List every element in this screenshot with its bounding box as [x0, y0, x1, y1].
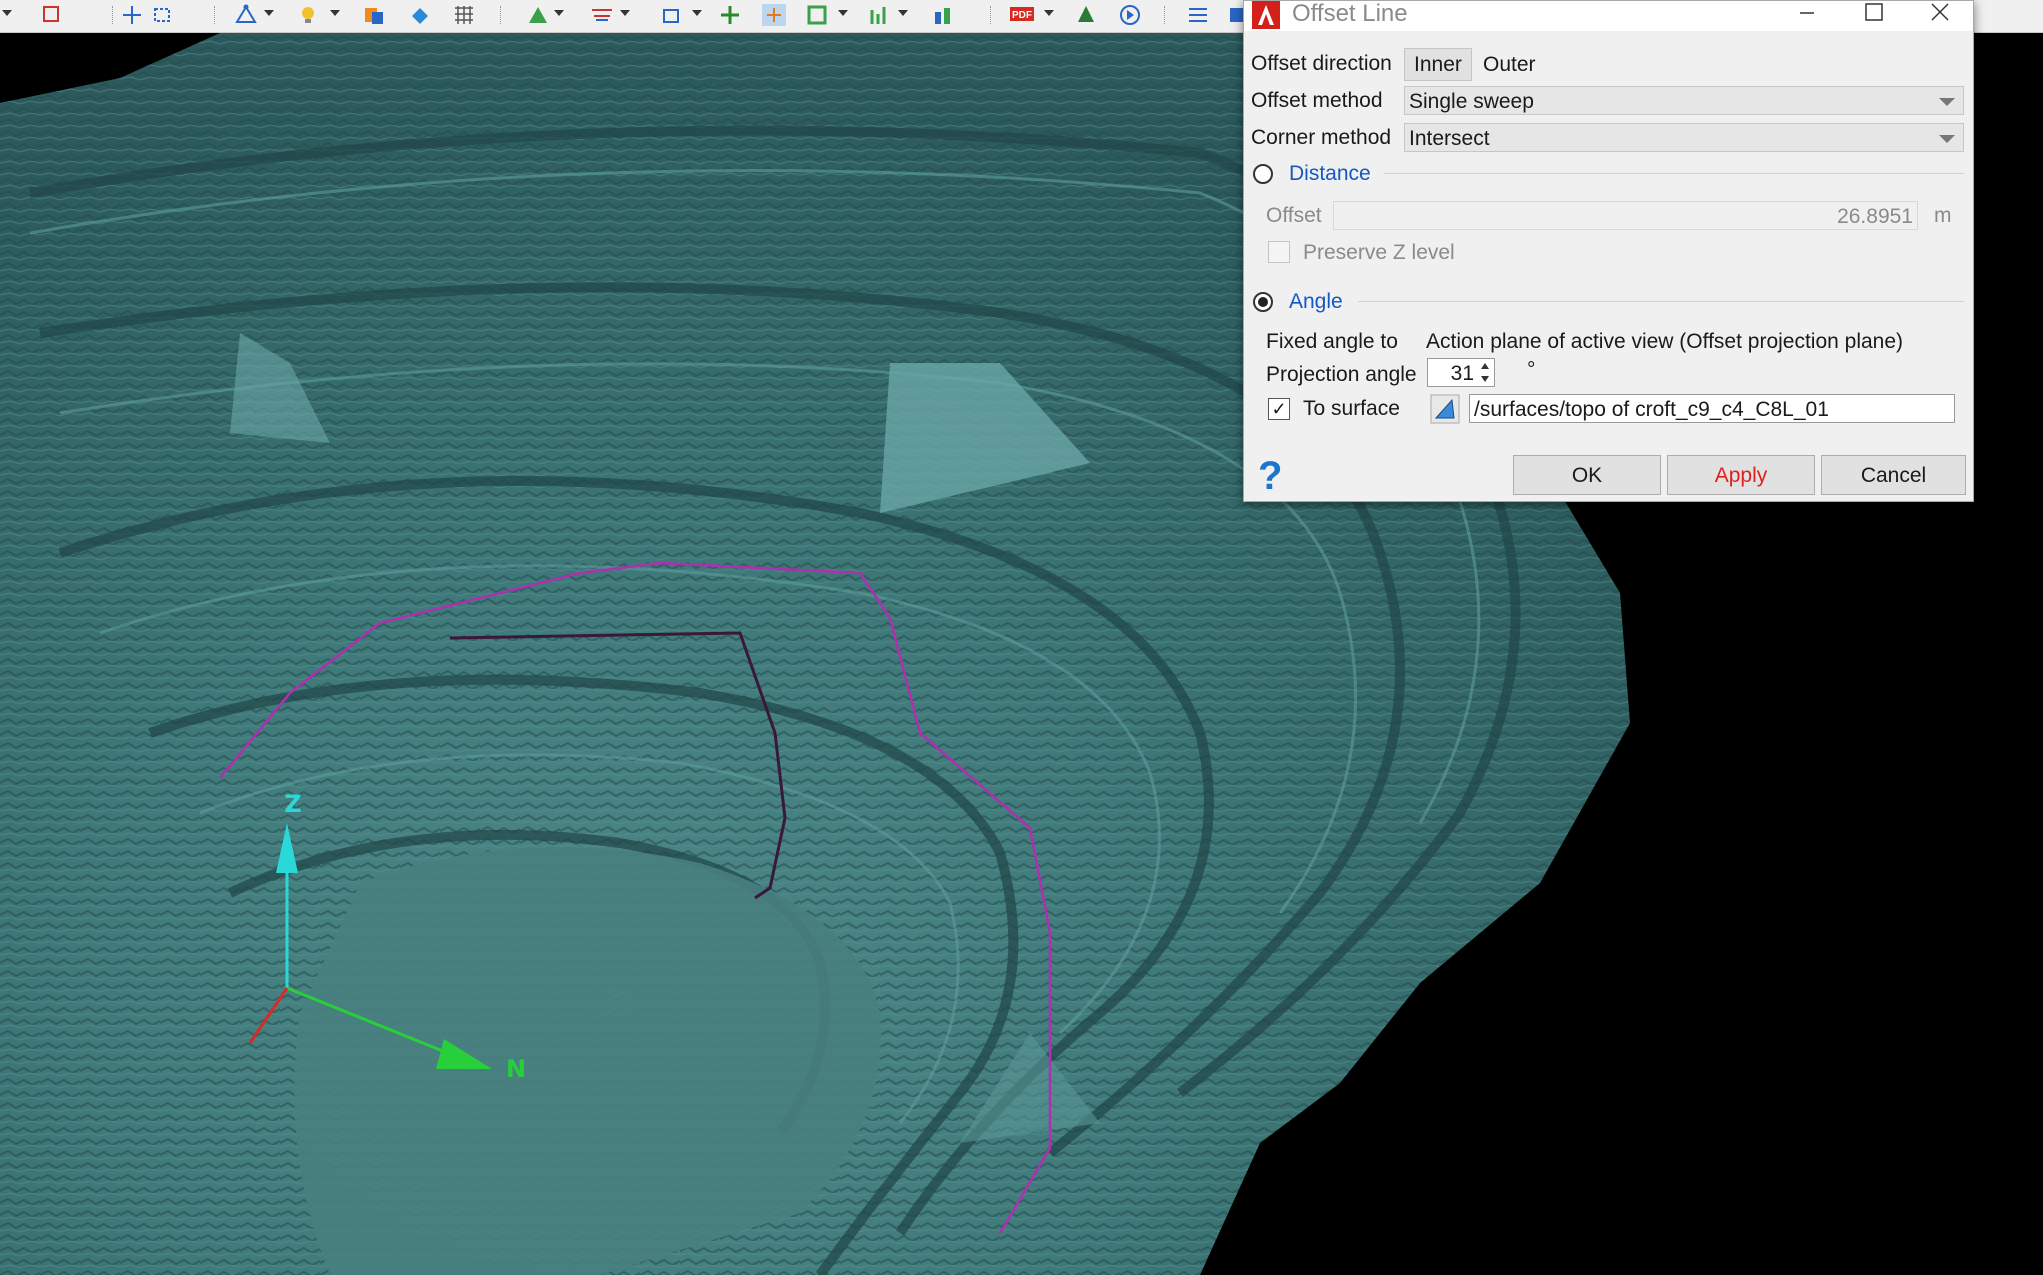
play-icon[interactable] — [1118, 4, 1142, 26]
distance-radio[interactable] — [1253, 164, 1273, 184]
chart-icon[interactable] — [868, 4, 892, 26]
offset-unit: m — [1934, 204, 1952, 227]
offset-line-dialog: Offset Line Offset direction Inner Outer… — [1243, 0, 1974, 502]
radio-selected-dot — [1258, 297, 1268, 307]
bulb-icon[interactable] — [296, 4, 320, 26]
box-select-icon[interactable] — [40, 4, 64, 26]
grid-icon[interactable] — [452, 4, 476, 26]
frame-icon[interactable] — [806, 4, 830, 26]
offset-direction-label: Offset direction — [1251, 52, 1392, 75]
box-select-icon[interactable] — [152, 4, 176, 26]
z-axis-label: Z — [284, 790, 302, 818]
check-icon: ✓ — [1271, 399, 1287, 419]
pit-floor — [294, 847, 881, 1275]
paint-icon[interactable] — [408, 4, 432, 26]
group-divider — [1358, 301, 1964, 302]
degree-symbol: ° — [1527, 358, 1536, 381]
preserve-z-label: Preserve Z level — [1303, 241, 1455, 264]
toolbar-separator — [500, 6, 503, 24]
dropdown-arrow-icon[interactable] — [554, 10, 564, 16]
maximize-icon[interactable] — [1844, 1, 1904, 27]
corner-method-value: Intersect — [1409, 127, 1490, 150]
toolbar-separator — [214, 6, 217, 24]
to-surface-label: To surface — [1303, 397, 1400, 420]
minimize-icon[interactable] — [1776, 1, 1836, 27]
offset-direction-inner-button[interactable]: Inner — [1404, 48, 1472, 81]
move-icon[interactable] — [718, 4, 742, 26]
toolbar-separator — [1164, 6, 1167, 24]
dialog-titlebar[interactable]: Offset Line — [1244, 0, 1973, 31]
dialog-title: Offset Line — [1292, 0, 1408, 27]
dropdown-arrow-icon[interactable] — [330, 10, 340, 16]
apply-button[interactable]: Apply — [1667, 455, 1815, 495]
dropdown-arrow-icon[interactable] — [692, 10, 702, 16]
cancel-button[interactable]: Cancel — [1821, 455, 1966, 495]
triangle-icon[interactable] — [526, 4, 550, 26]
chevron-down-icon — [1939, 135, 1955, 143]
toolbar-separator — [990, 6, 993, 24]
svg-text:?: ? — [1258, 455, 1282, 495]
preserve-z-checkbox[interactable] — [1268, 241, 1290, 263]
offset-method-label: Offset method — [1251, 89, 1383, 112]
toolbar-separator — [112, 6, 115, 24]
layers-icon[interactable] — [362, 4, 386, 26]
svg-text:PDF: PDF — [1012, 10, 1032, 21]
projection-angle-value: 31 — [1450, 362, 1474, 385]
projection-angle-label: Projection angle — [1266, 363, 1417, 386]
tree-icon[interactable] — [1074, 4, 1098, 26]
corner-method-label: Corner method — [1251, 126, 1392, 149]
list-icon[interactable] — [1186, 4, 1210, 26]
dropdown-arrow-icon[interactable] — [838, 10, 848, 16]
group-divider — [1384, 173, 1964, 174]
ok-button[interactable]: OK — [1513, 455, 1661, 495]
offset-value-field[interactable]: 26.8951 — [1333, 201, 1918, 230]
dropdown-arrow-icon[interactable] — [1044, 10, 1054, 16]
dropdown-arrow-icon[interactable] — [620, 10, 630, 16]
close-icon[interactable] — [1910, 1, 1970, 27]
offset-method-select[interactable]: Single sweep — [1404, 86, 1964, 115]
window-icon[interactable] — [660, 4, 684, 26]
bars-icon[interactable] — [932, 4, 956, 26]
corner-method-select[interactable]: Intersect — [1404, 123, 1964, 152]
offset-direction-outer-button[interactable]: Outer — [1474, 49, 1545, 81]
plane-icon[interactable] — [590, 4, 614, 26]
select-icon[interactable] — [120, 4, 144, 26]
to-surface-checkbox[interactable]: ✓ — [1268, 398, 1290, 420]
snap-icon[interactable] — [762, 4, 786, 26]
angle-radio[interactable] — [1253, 292, 1273, 312]
n-axis-label: N — [505, 1055, 527, 1083]
dropdown-arrow-icon[interactable] — [264, 10, 274, 16]
angle-group-title: Angle — [1289, 290, 1343, 313]
offset-label: Offset — [1266, 204, 1322, 227]
fixed-angle-label: Fixed angle to — [1266, 330, 1398, 353]
spinner-arrows-icon[interactable] — [1478, 360, 1492, 385]
fixed-angle-value: Action plane of active view (Offset proj… — [1426, 330, 1904, 353]
node-icon[interactable] — [234, 4, 258, 26]
chevron-down-icon — [1939, 98, 1955, 106]
dropdown-arrow-icon[interactable] — [2, 10, 12, 16]
distance-group-title: Distance — [1289, 162, 1371, 185]
surface-path-field[interactable]: /surfaces/topo of croft_c9_c4_C8L_01 — [1469, 394, 1955, 423]
pdf-icon[interactable]: PDF — [1010, 4, 1034, 26]
offset-method-value: Single sweep — [1409, 90, 1534, 113]
help-icon[interactable]: ? — [1256, 455, 1282, 495]
app-logo-icon — [1252, 1, 1280, 29]
surface-picker-icon[interactable] — [1430, 394, 1460, 424]
dropdown-arrow-icon[interactable] — [898, 10, 908, 16]
